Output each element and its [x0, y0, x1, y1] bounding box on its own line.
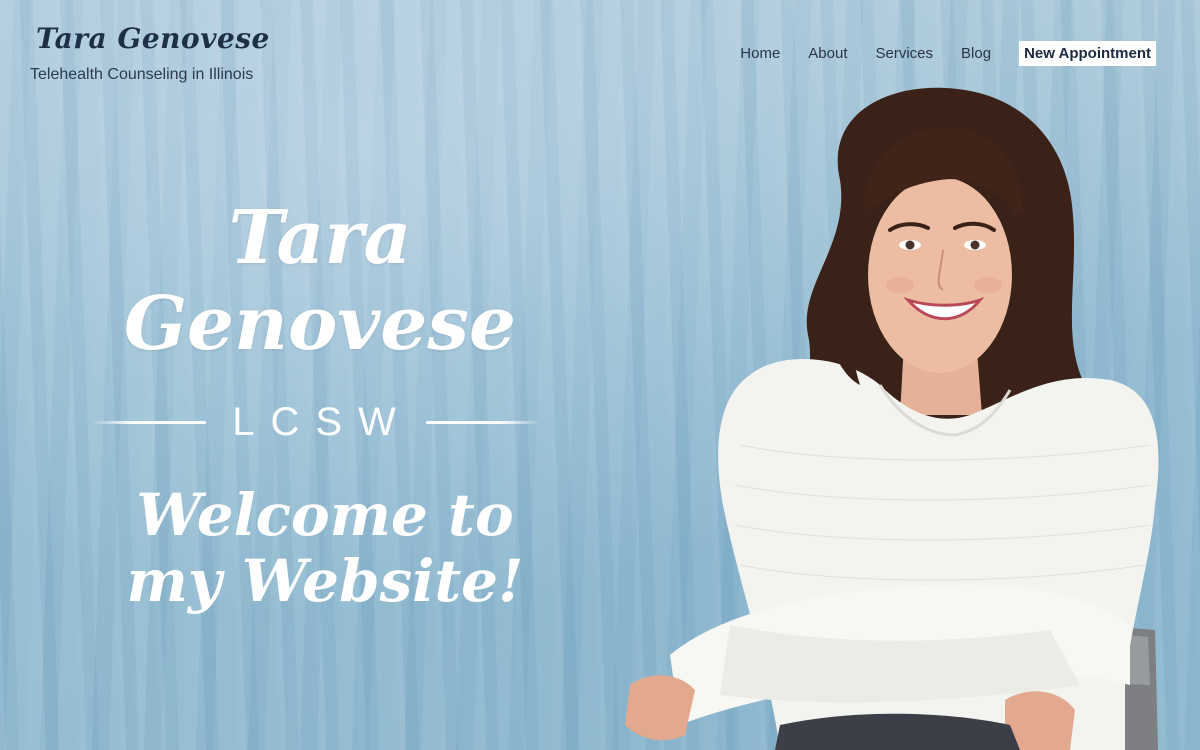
site-tagline: Telehealth Counseling in Illinois [30, 66, 254, 83]
nav-about[interactable]: About [808, 45, 847, 62]
main-nav: Home About Services Blog New Appointment [740, 41, 1156, 66]
hero-name: Tara Genovese [123, 195, 517, 367]
decorative-rule-left [92, 420, 207, 424]
portrait-photo [625, 87, 1159, 750]
welcome-heading: Welcome to my Website! [126, 481, 524, 615]
nav-home[interactable]: Home [740, 45, 780, 62]
new-appointment-button[interactable]: New Appointment [1019, 41, 1156, 66]
nav-blog[interactable]: Blog [961, 45, 991, 62]
credential-row: LCSW [92, 398, 541, 446]
credential-text: LCSW [232, 399, 412, 444]
decorative-rule-right [425, 420, 541, 424]
nav-services[interactable]: Services [876, 45, 934, 62]
site-logo[interactable]: Tara Genovese [36, 22, 270, 55]
